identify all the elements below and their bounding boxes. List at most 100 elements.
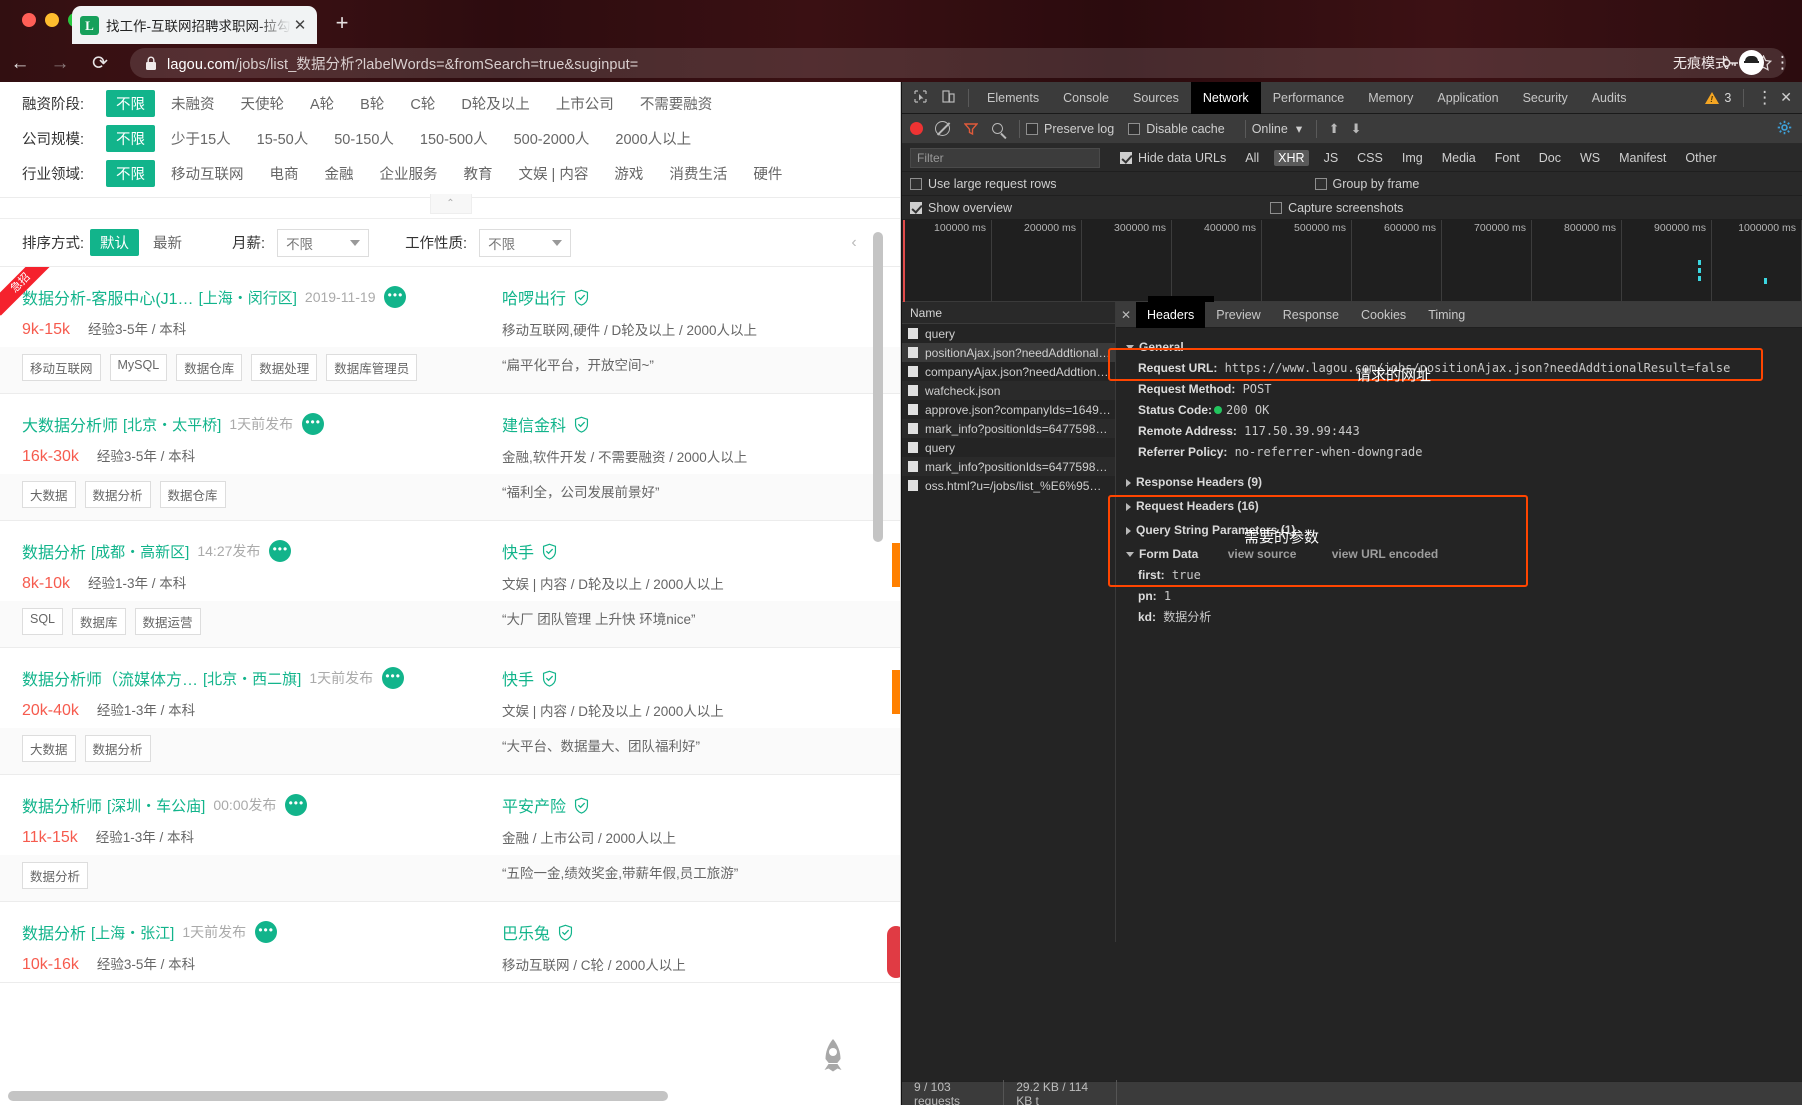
page-vertical-scrollbar[interactable]	[873, 232, 883, 542]
gear-icon[interactable]	[1777, 120, 1792, 135]
resource-type-ws[interactable]: WS	[1576, 150, 1604, 166]
request-row[interactable]: mark_info?positionIds=6477598…	[902, 419, 1115, 438]
resource-type-manifest[interactable]: Manifest	[1615, 150, 1670, 166]
detail-tab-timing[interactable]: Timing	[1417, 302, 1476, 328]
filter-option[interactable]: 2000人以上	[605, 125, 701, 152]
search-icon[interactable]	[992, 123, 1003, 134]
resource-type-font[interactable]: Font	[1491, 150, 1524, 166]
chat-icon[interactable]: •••	[382, 667, 405, 689]
job-tag[interactable]: 数据分析	[22, 862, 89, 889]
request-row[interactable]: query	[902, 324, 1115, 343]
filter-option[interactable]: 电商	[260, 160, 309, 187]
browser-tab[interactable]: L 找工作-互联网招聘求职网-拉勾 ✕	[72, 6, 317, 44]
devtools-tab-security[interactable]: Security	[1511, 82, 1580, 114]
filter-option[interactable]: 少于15人	[161, 125, 241, 152]
chat-icon[interactable]: •••	[285, 794, 308, 816]
disable-cache-checkbox[interactable]: Disable cache	[1128, 122, 1225, 136]
job-tag[interactable]: 数据分析	[84, 481, 151, 508]
job-title[interactable]: 数据分析师（流媒体方…	[22, 666, 198, 690]
request-list-header[interactable]: Name	[902, 302, 1115, 324]
network-overview-timeline[interactable]: 100000 ms 200000 ms 300000 ms 400000 ms …	[902, 220, 1802, 305]
network-filter-input[interactable]: Filter	[910, 147, 1100, 168]
view-source-link[interactable]: view source	[1228, 547, 1297, 561]
devtools-tab-performance[interactable]: Performance	[1261, 82, 1357, 114]
device-toolbar-icon[interactable]	[934, 89, 962, 106]
filter-option[interactable]: 游戏	[604, 160, 653, 187]
filter-option[interactable]: 500-2000人	[504, 125, 600, 152]
job-title[interactable]: 大数据分析师	[22, 412, 118, 436]
detail-tab-headers[interactable]: Headers	[1136, 301, 1206, 328]
job-tag[interactable]: 大数据	[22, 735, 76, 762]
devtools-tab-audits[interactable]: Audits	[1580, 82, 1639, 114]
clear-icon[interactable]	[935, 121, 950, 136]
devtools-close-icon[interactable]: ✕	[1776, 89, 1796, 106]
devtools-tab-network[interactable]: Network	[1190, 81, 1261, 114]
filter-option[interactable]: 未融资	[161, 90, 225, 117]
request-row[interactable]: companyAjax.json?needAddtion…	[902, 362, 1115, 381]
resource-type-all[interactable]: All	[1241, 150, 1263, 166]
back-to-top-rocket-icon[interactable]	[815, 1037, 851, 1081]
side-chat-marker[interactable]	[887, 926, 901, 978]
job-title[interactable]: 数据分析	[22, 920, 86, 944]
record-button[interactable]	[910, 122, 923, 135]
job-title[interactable]: 数据分析师	[22, 793, 102, 817]
export-har-icon[interactable]: ⬇	[1345, 121, 1367, 137]
back-icon[interactable]: ←	[0, 54, 40, 73]
address-bar[interactable]: lagou.com/jobs/list_数据分析?labelWords=&fro…	[130, 48, 1786, 78]
devtools-menu-icon[interactable]: ⋮	[1756, 89, 1773, 106]
sort-option-newest[interactable]: 最新	[143, 229, 192, 256]
filter-option[interactable]: 不限	[106, 125, 155, 152]
chevron-up-icon[interactable]: ⌃	[429, 194, 472, 214]
devtools-tab-console[interactable]: Console	[1051, 82, 1121, 114]
devtools-tab-memory[interactable]: Memory	[1356, 82, 1425, 114]
job-item[interactable]: 数据分析 [成都・高新区] 14:27发布 ••• 8k-10k 经验1-3年 …	[0, 521, 901, 648]
devtools-tab-sources[interactable]: Sources	[1121, 82, 1191, 114]
job-title[interactable]: 数据分析	[22, 539, 86, 563]
worktype-select[interactable]: 不限	[479, 228, 572, 257]
close-icon[interactable]: ✕	[291, 16, 309, 34]
company-name[interactable]: 巴乐兔	[502, 920, 550, 944]
job-tag[interactable]: 大数据	[22, 481, 76, 508]
filter-option[interactable]: D轮及以上	[451, 90, 539, 117]
chat-icon[interactable]: •••	[269, 540, 292, 562]
resource-type-js[interactable]: JS	[1320, 150, 1343, 166]
company-name[interactable]: 建信金科	[502, 412, 566, 436]
job-item[interactable]: 数据分析师（流媒体方… [北京・西二旗] 1天前发布 ••• 20k-40k 经…	[0, 648, 901, 775]
page-horizontal-scrollbar[interactable]	[8, 1091, 668, 1101]
job-tag[interactable]: 数据仓库	[159, 481, 226, 508]
job-tag[interactable]: 数据分析	[84, 735, 151, 762]
forward-icon[interactable]: →	[40, 54, 80, 73]
minimize-window-button[interactable]	[45, 13, 59, 27]
general-section-header[interactable]: General	[1126, 340, 1802, 354]
request-headers-section[interactable]: Request Headers (16)	[1126, 499, 1802, 513]
filter-option[interactable]: 移动互联网	[161, 160, 254, 187]
resource-type-other[interactable]: Other	[1681, 150, 1720, 166]
filter-option[interactable]: C轮	[400, 90, 445, 117]
filter-option[interactable]: 上市公司	[546, 90, 624, 117]
job-item[interactable]: 数据分析 [上海・张江] 1天前发布 ••• 10k-16k 经验3-5年 / …	[0, 902, 901, 983]
chat-icon[interactable]: •••	[302, 413, 325, 435]
filter-option[interactable]: 金融	[315, 160, 364, 187]
filter-option[interactable]: 50-150人	[324, 125, 404, 152]
job-tag[interactable]: MySQL	[109, 354, 168, 381]
resource-type-xhr[interactable]: XHR	[1274, 149, 1309, 166]
filter-option[interactable]: 15-50人	[247, 125, 319, 152]
job-tag[interactable]: 移动互联网	[22, 354, 101, 381]
filter-option[interactable]: 硬件	[743, 160, 792, 187]
preserve-log-checkbox[interactable]: Preserve log	[1026, 122, 1114, 136]
filter-option[interactable]: 天使轮	[231, 90, 295, 117]
resource-type-css[interactable]: CSS	[1353, 150, 1387, 166]
company-name[interactable]: 平安产险	[502, 793, 566, 817]
detail-close-icon[interactable]: ✕	[1116, 308, 1136, 322]
devtools-tab-application[interactable]: Application	[1425, 82, 1510, 114]
resource-type-media[interactable]: Media	[1438, 150, 1480, 166]
throttling-select[interactable]: Online	[1252, 122, 1288, 136]
view-url-encoded-link[interactable]: view URL encoded	[1332, 547, 1438, 561]
job-tag[interactable]: 数据库管理员	[326, 354, 418, 381]
chat-icon[interactable]: •••	[384, 286, 407, 308]
group-by-frame-checkbox[interactable]: Group by frame	[1314, 177, 1419, 191]
form-data-section[interactable]: Form Data view source view URL encoded	[1126, 547, 1802, 561]
job-tag[interactable]: 数据运营	[134, 608, 201, 635]
capture-screenshots-checkbox[interactable]: Capture screenshots	[1270, 201, 1403, 215]
large-rows-checkbox[interactable]: Use large request rows	[910, 177, 1057, 191]
